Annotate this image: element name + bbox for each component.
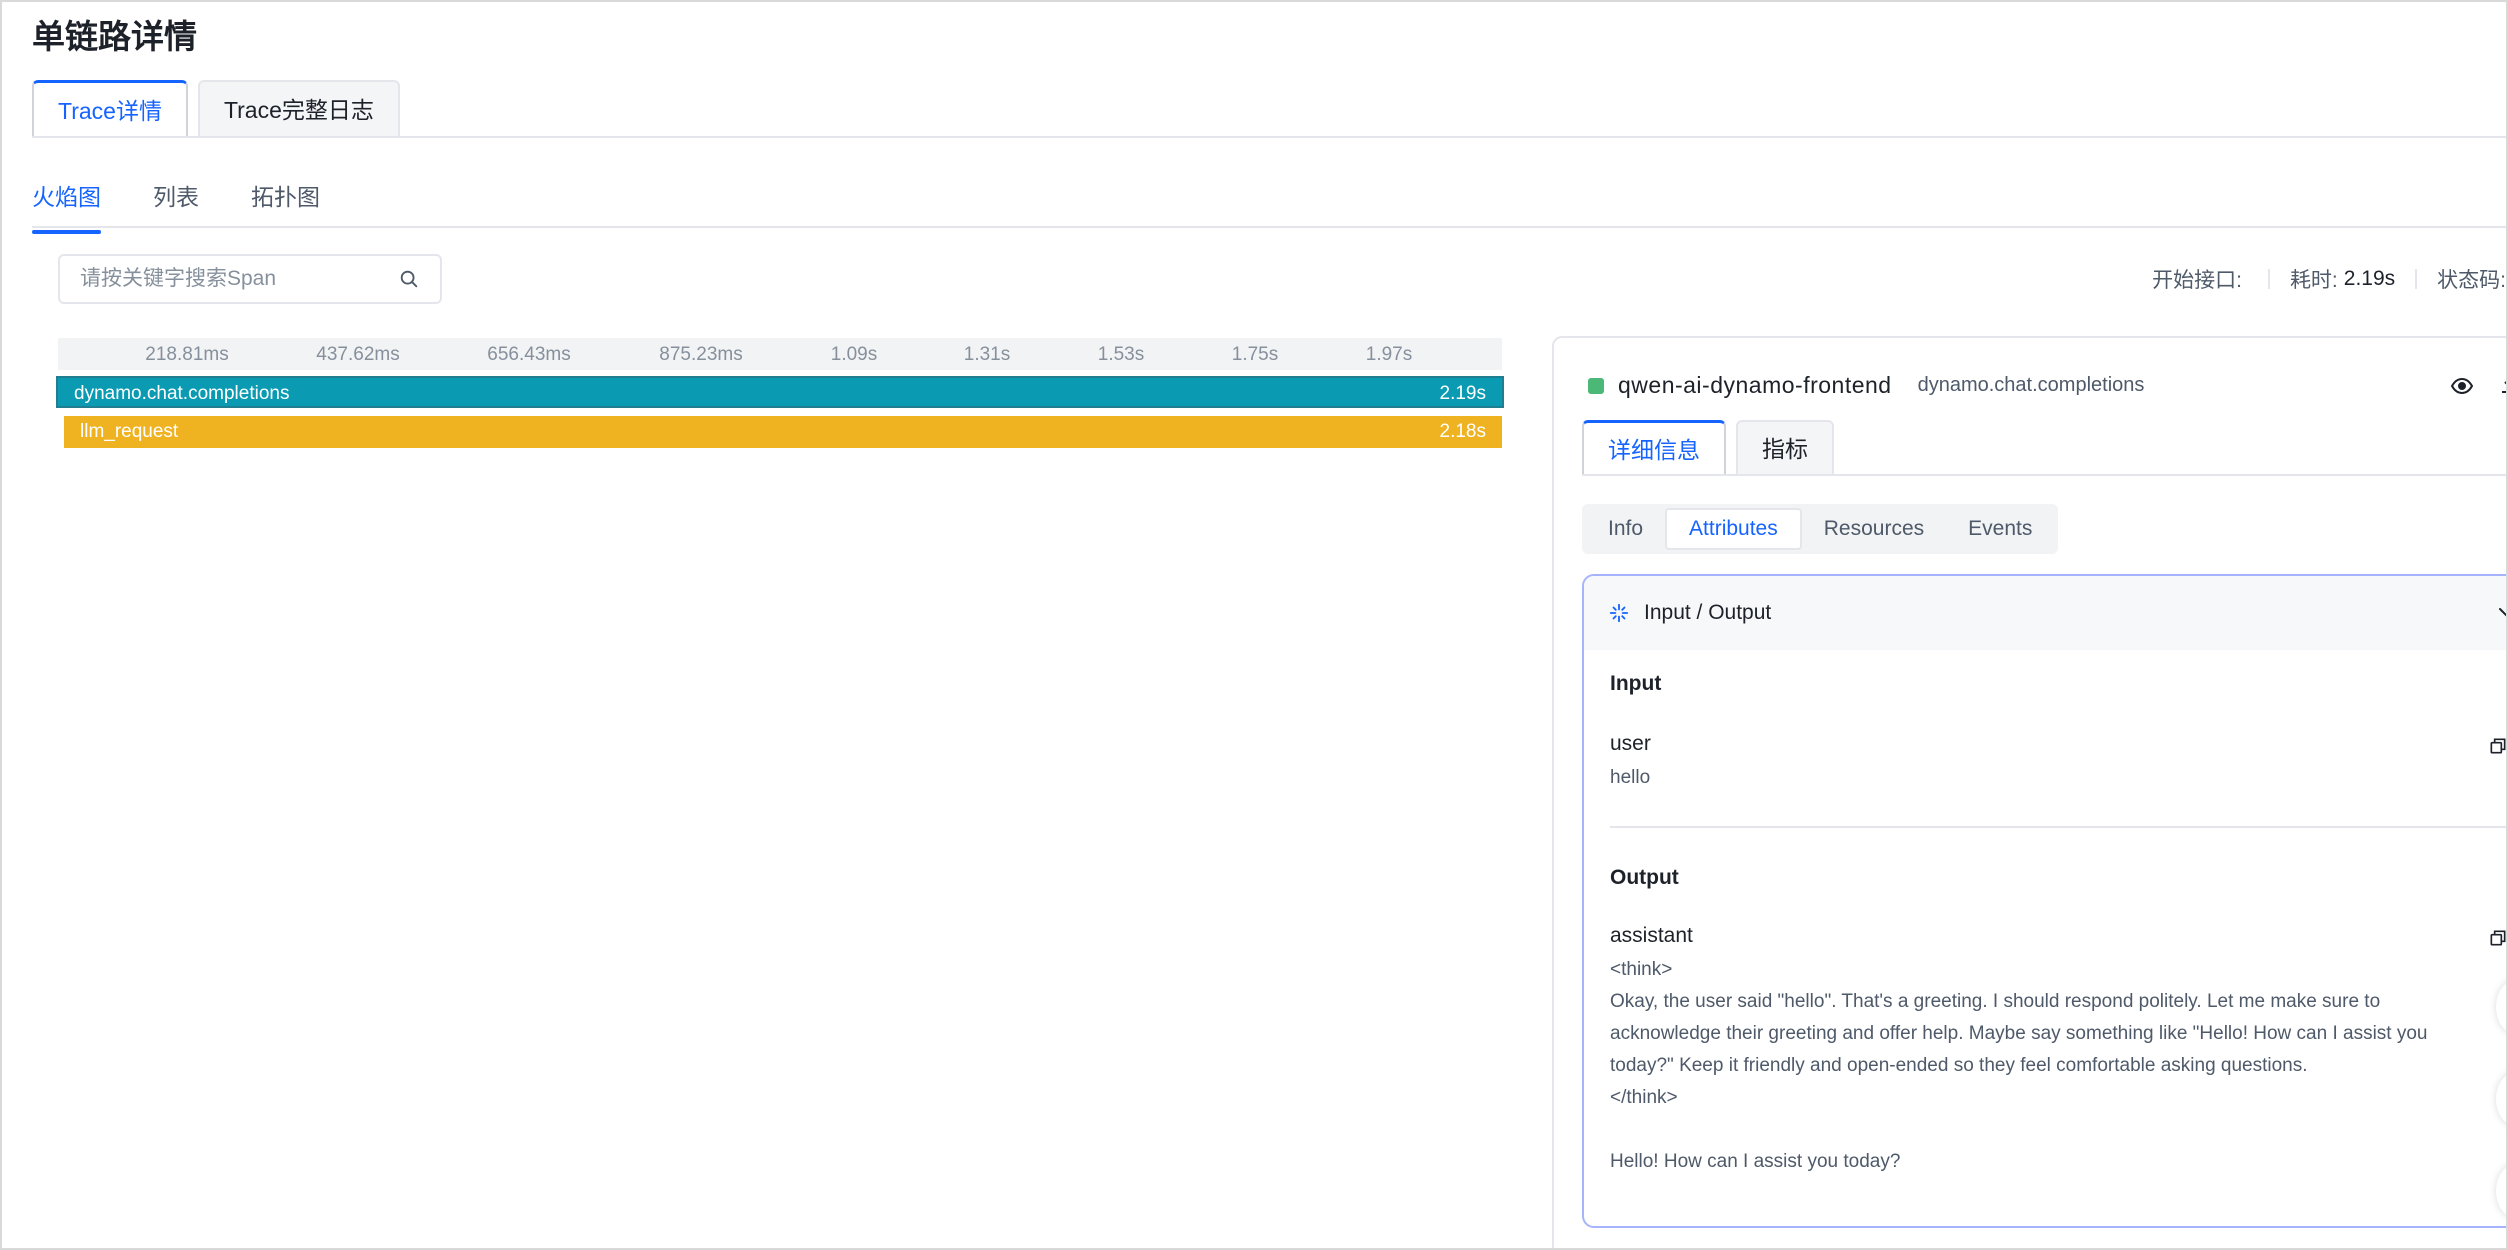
span-name: llm_request bbox=[80, 421, 179, 442]
axis-tick: 656.43ms bbox=[487, 344, 571, 365]
page-title: 单链路详情 bbox=[32, 18, 197, 55]
eye-icon[interactable] bbox=[2450, 374, 2474, 398]
input-output-card: Input / Output Input user hello Output a… bbox=[1582, 574, 2508, 1228]
view-tabs: 火焰图 列表 拓扑图 bbox=[32, 178, 372, 234]
span-header: qwen-ai-dynamo-frontend dynamo.chat.comp… bbox=[1588, 372, 2144, 399]
detail-tabs: 详细信息 指标 bbox=[1582, 420, 1844, 476]
axis-tick: 1.09s bbox=[830, 344, 878, 365]
duration-label: 耗时: bbox=[2289, 269, 2338, 292]
output-text: <think> Okay, the user said "hello". Tha… bbox=[1610, 959, 2428, 1172]
span-duration: 2.19s bbox=[1439, 383, 1486, 404]
duration-value: 2.19s bbox=[2343, 267, 2396, 290]
output-title: Output bbox=[1610, 866, 1679, 889]
input-output-title: Input / Output bbox=[1644, 601, 1772, 624]
span-duration: 2.18s bbox=[1439, 421, 1486, 442]
axis-tick: 1.53s bbox=[1097, 344, 1145, 365]
span-search-input[interactable] bbox=[80, 267, 398, 291]
operation-name: dynamo.chat.completions bbox=[1917, 374, 2145, 396]
segment-attributes[interactable]: Attributes bbox=[1665, 508, 1802, 550]
span-bar-dynamo-chat-completions[interactable]: dynamo.chat.completions 2.19s bbox=[56, 376, 1504, 408]
chevron-down-icon[interactable] bbox=[2494, 600, 2508, 624]
tab-trace-full-log[interactable]: Trace完整日志 bbox=[197, 80, 400, 138]
top-tabs: Trace详情 Trace完整日志 bbox=[32, 80, 410, 138]
segment-resources[interactable]: Resources bbox=[1802, 508, 1946, 550]
segment-info[interactable]: Info bbox=[1586, 508, 1665, 550]
input-text: hello bbox=[1610, 767, 1651, 788]
segment-events[interactable]: Events bbox=[1946, 508, 2054, 550]
divider bbox=[32, 226, 2506, 228]
tab-flame-graph[interactable]: 火焰图 bbox=[32, 178, 101, 234]
tab-trace-detail[interactable]: Trace详情 bbox=[32, 80, 188, 138]
tab-metrics[interactable]: 指标 bbox=[1736, 420, 1834, 476]
sparkle-icon bbox=[1609, 603, 1629, 623]
trace-stats: 开始接口: 耗时: 2.19s 状态码: bbox=[2152, 264, 2506, 294]
status-code-label: 状态码: bbox=[2437, 269, 2506, 292]
service-color-dot bbox=[1588, 377, 1604, 394]
tab-details[interactable]: 详细信息 bbox=[1582, 420, 1726, 476]
span-bar-llm-request[interactable]: llm_request 2.18s bbox=[64, 416, 1502, 448]
divider bbox=[1582, 474, 2506, 476]
axis-tick: 1.97s bbox=[1365, 344, 1413, 365]
input-section-title: Input bbox=[1610, 672, 1661, 696]
divider bbox=[2267, 269, 2270, 289]
app-frame: 单链路详情 Trace详情 Trace完整日志 火焰图 列表 拓扑图 开始接口:… bbox=[0, 0, 2508, 1250]
input-output-header[interactable]: Input / Output bbox=[1584, 576, 2508, 650]
input-message: user hello bbox=[1610, 732, 2450, 794]
output-section-title: Output bbox=[1610, 866, 1679, 890]
download-icon[interactable] bbox=[2498, 372, 2508, 396]
copy-icon[interactable] bbox=[2488, 736, 2508, 756]
span-name: dynamo.chat.completions bbox=[74, 383, 290, 404]
tab-topology[interactable]: 拓扑图 bbox=[251, 178, 320, 230]
axis-tick: 1.31s bbox=[963, 344, 1011, 365]
timeline-axis: 218.81ms 437.62ms 656.43ms 875.23ms 1.09… bbox=[58, 338, 1502, 370]
axis-tick: 218.81ms bbox=[145, 344, 229, 365]
input-title: Input bbox=[1610, 672, 1662, 695]
tab-list[interactable]: 列表 bbox=[153, 178, 199, 230]
axis-tick: 875.23ms bbox=[659, 344, 743, 365]
span-search bbox=[58, 254, 442, 304]
divider bbox=[1610, 826, 2506, 828]
output-message: assistant <think> Okay, the user said "h… bbox=[1610, 924, 2450, 1178]
axis-tick: 1.75s bbox=[1231, 344, 1279, 365]
divider bbox=[32, 136, 2506, 138]
span-detail-panel: qwen-ai-dynamo-frontend dynamo.chat.comp… bbox=[1552, 336, 2508, 1248]
attribute-segments: Info Attributes Resources Events bbox=[1582, 504, 2059, 554]
copy-icon[interactable] bbox=[2488, 928, 2508, 948]
search-icon[interactable] bbox=[398, 268, 420, 290]
start-endpoint-label: 开始接口: bbox=[2152, 269, 2242, 292]
divider bbox=[2415, 269, 2418, 289]
input-role: user bbox=[1610, 732, 1651, 755]
axis-tick: 437.62ms bbox=[316, 344, 400, 365]
output-role: assistant bbox=[1610, 924, 1693, 947]
service-name: qwen-ai-dynamo-frontend bbox=[1618, 372, 1892, 398]
